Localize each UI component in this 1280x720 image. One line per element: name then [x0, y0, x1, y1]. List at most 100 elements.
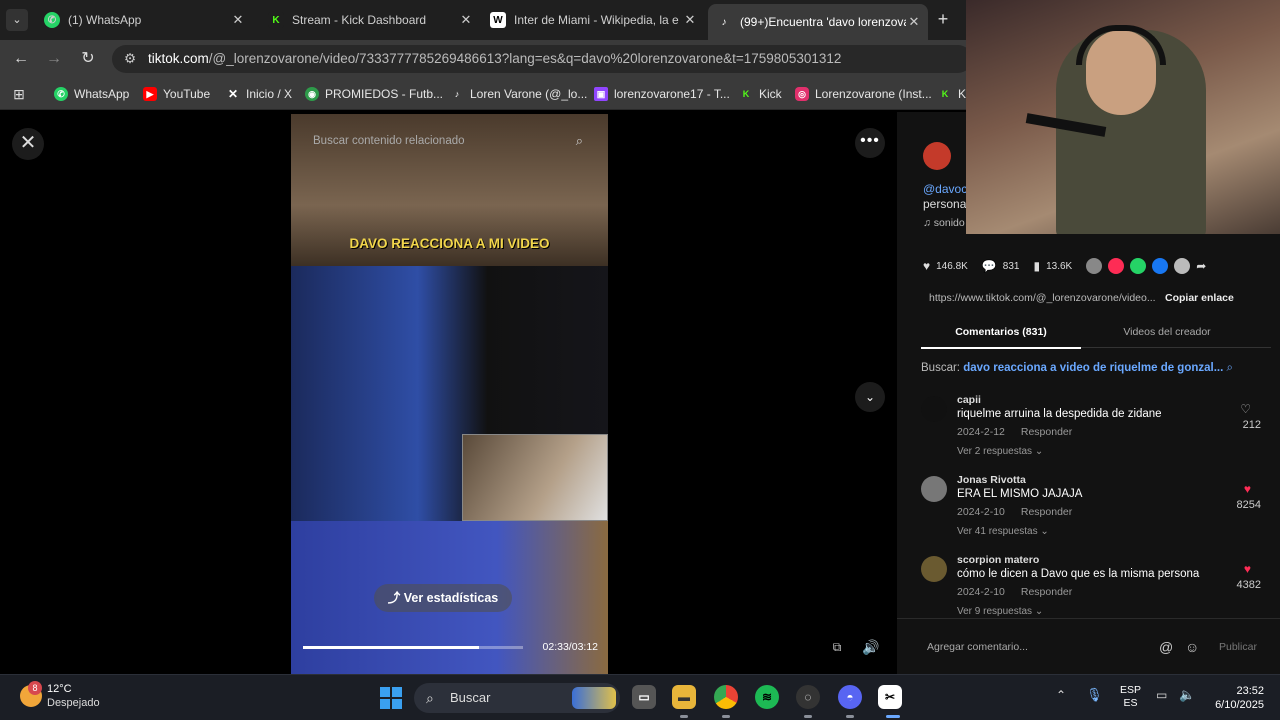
- capcut-icon[interactable]: ✂: [878, 685, 902, 709]
- reply-button[interactable]: Responder: [1021, 426, 1072, 438]
- picture-in-picture-icon[interactable]: ⧉: [826, 636, 848, 658]
- like-button[interactable]: ♥ 146.8K: [923, 259, 968, 273]
- share-arrow-icon[interactable]: ➦: [1196, 259, 1206, 273]
- next-video-button[interactable]: ⌄: [855, 382, 885, 412]
- close-tab-icon[interactable]: ✕: [682, 12, 698, 28]
- reply-button[interactable]: Responder: [1021, 506, 1072, 518]
- tab-creator-videos[interactable]: Videos del creador: [1087, 326, 1247, 338]
- tab-kick-dashboard[interactable]: K Stream - Kick Dashboard ✕: [260, 6, 480, 34]
- volume-icon[interactable]: 🔈: [1179, 687, 1195, 703]
- apps-grid-icon[interactable]: ⊞: [8, 83, 30, 105]
- avatar[interactable]: [923, 142, 951, 170]
- search-icon[interactable]: ⌕: [576, 128, 583, 154]
- keyboard-layout: ES: [1123, 697, 1138, 709]
- reload-icon[interactable]: ↻: [77, 48, 99, 70]
- bookmark-x[interactable]: ✕ Inicio / X: [226, 85, 292, 103]
- taskbar-search[interactable]: ⌕ Buscar: [414, 683, 620, 713]
- language-indicator[interactable]: ESP ES: [1120, 684, 1141, 710]
- tab-search-icon[interactable]: ⌄: [6, 9, 28, 31]
- search-highlight-image: [572, 687, 616, 709]
- emoji-icon[interactable]: ☺: [1185, 639, 1199, 655]
- bookmark-kick[interactable]: K Kick: [739, 85, 782, 103]
- close-tab-icon[interactable]: ✕: [458, 12, 474, 28]
- network-icon[interactable]: ▭: [1156, 688, 1167, 702]
- bookmark-whatsapp[interactable]: ✆ WhatsApp: [54, 85, 129, 103]
- close-icon: ✕: [19, 132, 37, 154]
- facebook-icon[interactable]: [1152, 258, 1169, 274]
- more-share-icon[interactable]: [1174, 258, 1191, 274]
- bookmark-twitch[interactable]: ▣ lorenzovarone17 - T...: [594, 85, 730, 103]
- video-caption: DAVO REACCIONA A MI VIDEO: [349, 236, 550, 251]
- spotify-icon[interactable]: ≋: [755, 685, 779, 709]
- bookmark-label: Inicio / X: [246, 87, 293, 101]
- forward-icon[interactable]: →: [43, 48, 65, 70]
- comment-author[interactable]: capii: [957, 394, 981, 406]
- tab-comments[interactable]: Comentarios (831): [921, 326, 1081, 349]
- comment-composer: Agregar comentario... @ ☺ Publicar: [897, 618, 1280, 674]
- heart-icon[interactable]: ♥: [1244, 562, 1251, 576]
- comment-author[interactable]: scorpion matero: [957, 554, 1039, 566]
- chevron-up-icon[interactable]: ⌃: [1056, 688, 1066, 702]
- embed-icon[interactable]: [1086, 258, 1103, 274]
- bookmark-youtube[interactable]: ▶ YouTube: [143, 85, 210, 103]
- reply-button[interactable]: Responder: [1021, 586, 1072, 598]
- bookmark-label: YouTube: [163, 87, 211, 101]
- tab-tiktok[interactable]: ♪ (99+)Encuentra 'davo lorenzova ✕: [708, 4, 928, 40]
- temperature[interactable]: 12°C: [47, 683, 72, 695]
- bookmark-promiedos[interactable]: ◉ PROMIEDOS - Futb...: [305, 85, 443, 103]
- video-progress-bar[interactable]: [303, 646, 523, 649]
- send-icon[interactable]: [1108, 258, 1125, 274]
- whatsapp-icon[interactable]: [1130, 258, 1147, 274]
- avatar[interactable]: [921, 556, 947, 582]
- search-query[interactable]: davo reacciona a video de riquelme de go…: [963, 362, 1223, 374]
- obs-icon[interactable]: ◌: [796, 685, 820, 709]
- related-search-link[interactable]: Buscar: davo reacciona a video de riquel…: [921, 362, 1233, 375]
- close-tab-icon[interactable]: ✕: [230, 12, 246, 28]
- bookmark-tiktok[interactable]: ♪ Loren Varone (@_lo...: [450, 85, 588, 103]
- back-icon[interactable]: ←: [10, 48, 32, 70]
- heart-icon[interactable]: ♥: [1244, 482, 1251, 496]
- avatar[interactable]: [921, 396, 947, 422]
- heart-icon[interactable]: ♡: [1240, 402, 1251, 416]
- new-tab-button[interactable]: +: [932, 8, 954, 30]
- publish-button[interactable]: Publicar: [1219, 641, 1257, 653]
- more-options-button[interactable]: •••: [855, 128, 885, 158]
- weather-description[interactable]: Despejado: [47, 697, 100, 709]
- stats-label: Ver estadísticas: [403, 591, 499, 605]
- related-search-input[interactable]: Buscar contenido relacionado ⌕: [303, 128, 593, 154]
- volume-icon[interactable]: 🔊: [860, 636, 882, 658]
- url-field[interactable]: ⚙ tiktok.com/@_lorenzovarone/video/73337…: [112, 45, 972, 73]
- mention-icon[interactable]: @: [1159, 639, 1173, 655]
- video-description: persona: [923, 197, 967, 211]
- video-player[interactable]: DAVO REACCIONA A MI VIDEO Buscar conteni…: [291, 114, 608, 674]
- copy-link-button[interactable]: Copiar enlace: [1165, 292, 1234, 304]
- language-code: ESP: [1120, 684, 1142, 696]
- file-explorer-icon[interactable]: ▬: [672, 685, 696, 709]
- comment-input[interactable]: Agregar comentario...: [927, 641, 1028, 653]
- start-button[interactable]: [380, 687, 402, 709]
- chrome-icon[interactable]: [714, 685, 738, 709]
- view-replies-button[interactable]: Ver 41 respuestas ⌄: [957, 526, 1049, 537]
- avatar[interactable]: [921, 476, 947, 502]
- microphone-icon[interactable]: 🎙: [1086, 687, 1103, 703]
- comment-author[interactable]: Jonas Rivotta: [957, 474, 1026, 486]
- search-icon: ⌕: [426, 690, 434, 706]
- close-tab-icon[interactable]: ✕: [906, 14, 922, 30]
- clock[interactable]: 23:52 6/10/2025: [1204, 684, 1264, 712]
- tab-whatsapp[interactable]: ✆ (1) WhatsApp ✕: [36, 6, 252, 34]
- view-replies-button[interactable]: Ver 9 respuestas ⌄: [957, 606, 1043, 617]
- bookmark-kick-2[interactable]: KK: [938, 85, 966, 103]
- save-button[interactable]: ▮ 13.6K: [1033, 259, 1072, 273]
- discord-icon[interactable]: ◓: [838, 685, 862, 709]
- close-video-button[interactable]: ✕: [12, 128, 44, 160]
- tab-wikipedia[interactable]: W Inter de Miami - Wikipedia, la e ✕: [482, 6, 704, 34]
- comment-button[interactable]: 💬 831: [982, 259, 1020, 273]
- view-replies-button[interactable]: Ver 2 respuestas ⌄: [957, 446, 1043, 457]
- sound-link[interactable]: ♫ sonido: [923, 217, 965, 229]
- stats-button[interactable]: ⤴ Ver estadísticas: [374, 584, 512, 612]
- site-info-icon[interactable]: ⚙: [124, 45, 136, 73]
- task-view-icon[interactable]: ▭: [632, 685, 656, 709]
- bookmark-instagram[interactable]: ◎ Lorenzovarone (Inst...: [795, 85, 932, 103]
- author-handle[interactable]: @davoc: [923, 182, 967, 196]
- clock-date: 6/10/2025: [1215, 699, 1264, 711]
